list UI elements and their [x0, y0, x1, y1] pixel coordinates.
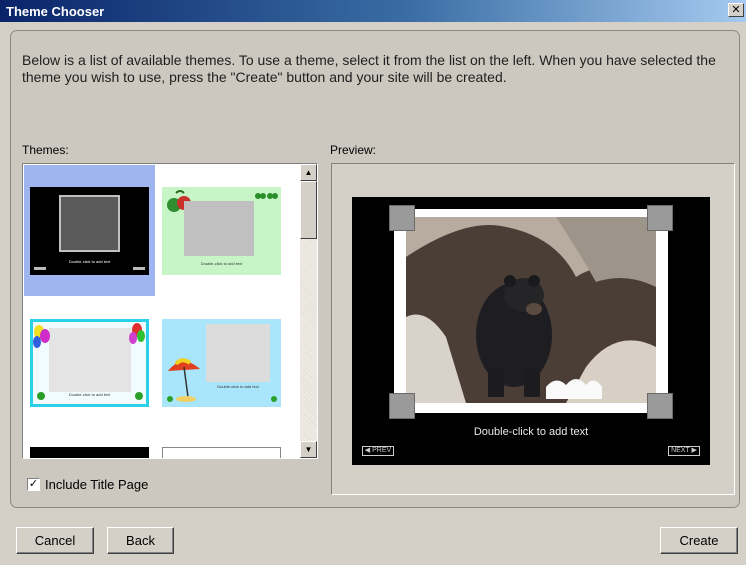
- photo-placeholder: [59, 195, 120, 252]
- theme-thumbnail: Double-click to add text: [162, 187, 281, 275]
- preview-canvas: Double-click to add text ◀ PREV NEXT ▶: [352, 197, 710, 465]
- preview-label: Preview:: [330, 143, 377, 157]
- prev-arrow-icon: [34, 267, 46, 270]
- thumbnail-caption: Double-click to add text: [200, 261, 243, 266]
- theme-thumbnail: Double-click to add text: [30, 319, 149, 407]
- theme-item-apples[interactable]: Double-click to add text: [156, 165, 287, 296]
- cancel-button[interactable]: Cancel: [16, 527, 94, 554]
- photo-corner: [647, 205, 673, 231]
- back-button[interactable]: Back: [107, 527, 174, 554]
- include-title-page-label: Include Title Page: [45, 477, 149, 492]
- create-button[interactable]: Create: [660, 527, 738, 554]
- preview-caption: Double-click to add text: [473, 426, 589, 438]
- close-button[interactable]: ✕: [728, 3, 744, 17]
- photo-corner: [389, 393, 415, 419]
- themes-list[interactable]: Double-click to add text Double-click to…: [22, 163, 318, 459]
- theme-item-balloons[interactable]: Double-click to add text: [24, 297, 155, 428]
- theme-item-beach[interactable]: Double-click to add text: [156, 297, 287, 428]
- include-title-page-checkbox[interactable]: ✓: [27, 478, 40, 491]
- include-title-page-row[interactable]: ✓ Include Title Page: [27, 477, 148, 492]
- theme-item-partial[interactable]: [162, 447, 281, 458]
- next-arrow-icon: [133, 267, 145, 270]
- theme-thumbnail: Double-click to add text: [162, 319, 281, 407]
- close-icon: ✕: [731, 4, 741, 16]
- scroll-down-icon: ▼: [304, 445, 313, 454]
- scroll-thumb[interactable]: [300, 181, 317, 239]
- scroll-up-icon: ▲: [304, 168, 313, 177]
- scroll-down-button[interactable]: ▼: [300, 441, 317, 458]
- window-title: Theme Chooser: [6, 4, 105, 19]
- beach-umbrella-icon: [167, 358, 277, 402]
- photo-corner: [647, 393, 673, 419]
- themes-label: Themes:: [22, 143, 69, 157]
- photo-corner: [389, 205, 415, 231]
- preview-photo-frame: [394, 209, 668, 413]
- theme-item-black[interactable]: Double-click to add text: [24, 165, 155, 296]
- scroll-up-button[interactable]: ▲: [300, 164, 317, 181]
- preview-prev-arrow: ◀ PREV: [362, 446, 394, 456]
- theme-item-partial[interactable]: [30, 447, 149, 458]
- preview-next-arrow: NEXT ▶: [668, 446, 700, 456]
- thumbnail-caption: Double-click to add text: [217, 384, 259, 389]
- preview-photo: [406, 217, 656, 403]
- preview-panel: Double-click to add text ◀ PREV NEXT ▶: [331, 163, 735, 495]
- check-icon: ✓: [28, 478, 39, 490]
- thumbnail-caption: Double-click to add text: [68, 392, 111, 397]
- instructions-text: Below is a list of available themes. To …: [22, 52, 716, 85]
- bear-photo-image: [406, 217, 656, 403]
- photo-placeholder: [184, 201, 254, 256]
- theme-thumbnail: Double-click to add text: [30, 187, 149, 275]
- thumbnail-caption: Double-click to add text: [68, 259, 111, 264]
- title-bar: Theme Chooser ✕: [0, 0, 746, 22]
- themes-scrollbar[interactable]: ▲ ▼: [300, 164, 317, 458]
